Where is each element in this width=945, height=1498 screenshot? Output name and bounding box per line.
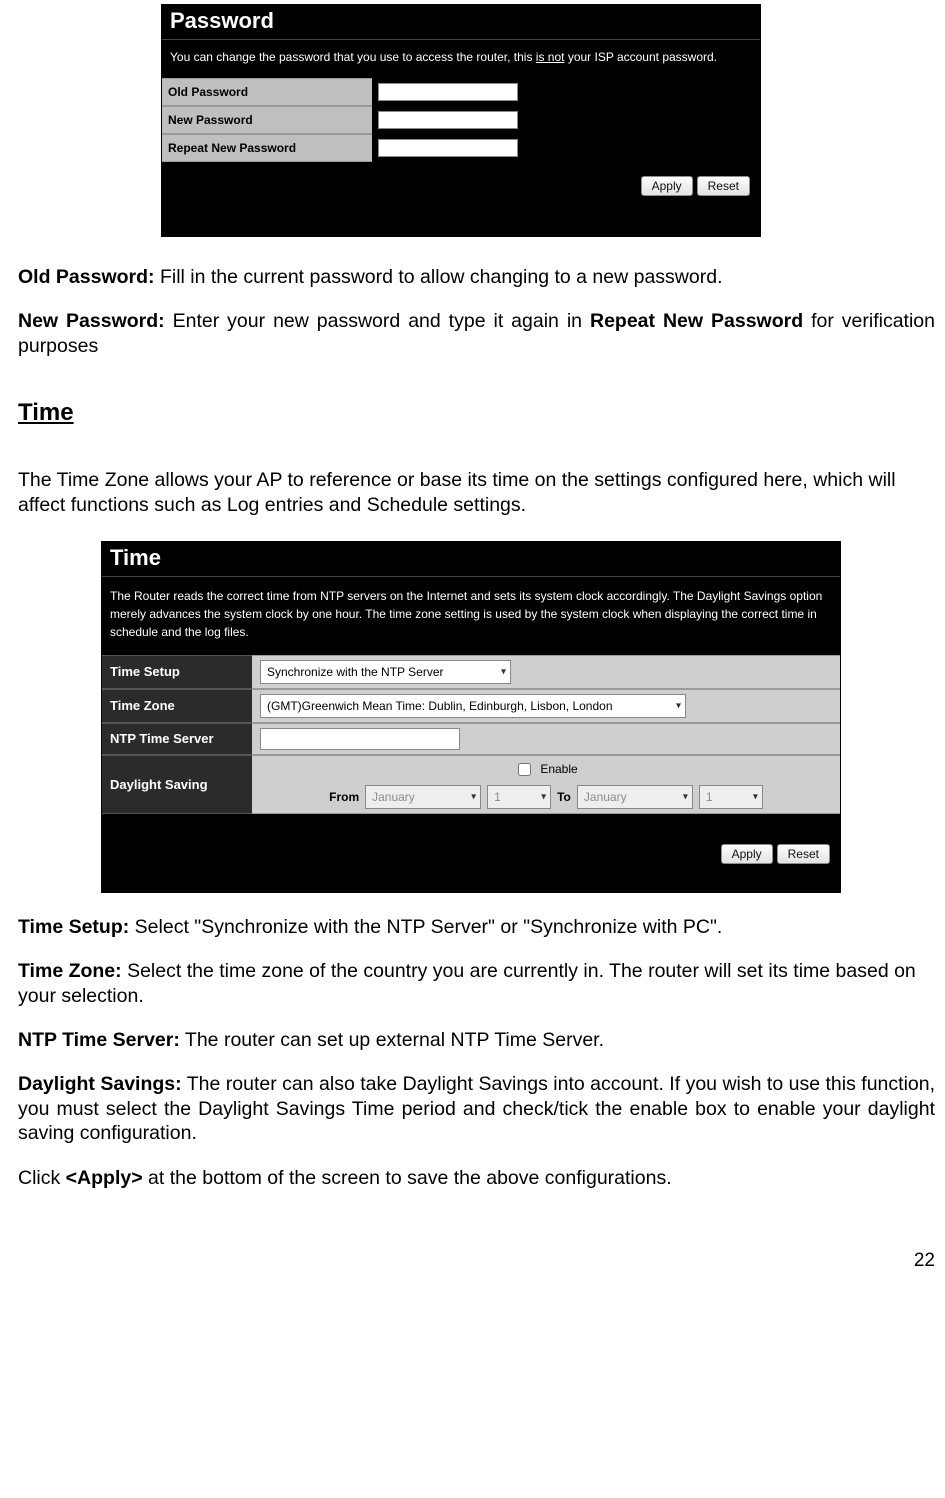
new-password-paragraph: New Password: Enter your new password an… [18,309,935,358]
password-panel: Password You can change the password tha… [161,4,761,237]
time-heading: Time [18,398,935,428]
ntp-server-input[interactable] [260,728,460,750]
daylight-saving-label: Daylight Saving [102,755,252,814]
daylight-enable-checkbox[interactable] [518,763,531,776]
daylight-from-day-select[interactable]: 1 [487,785,551,809]
daylight-savings-paragraph: Daylight Savings: The router can also ta… [18,1072,935,1145]
reset-button[interactable]: Reset [697,176,750,196]
ntp-server-paragraph: NTP Time Server: The router can set up e… [18,1028,935,1052]
time-reset-button[interactable]: Reset [777,844,830,864]
daylight-to-day-select[interactable]: 1 [699,785,763,809]
daylight-to-month-select[interactable]: January [577,785,693,809]
password-title: Password [162,5,760,40]
time-panel: Time The Router reads the correct time f… [101,541,841,893]
time-setup-row: Time Setup Synchronize with the NTP Serv… [102,655,840,689]
time-zone-paragraph: Time Zone: Select the time zone of the c… [18,959,935,1008]
daylight-enable-label: Enable [540,762,577,776]
repeat-password-row: Repeat New Password [162,134,760,162]
page-number: 22 [6,1250,935,1272]
new-password-label: New Password [162,106,372,134]
time-setup-select[interactable]: Synchronize with the NTP Server [260,660,511,684]
time-title: Time [102,542,840,577]
password-description: You can change the password that you use… [162,40,760,78]
daylight-from-label: From [329,790,359,804]
time-zone-label: Time Zone [102,689,252,723]
daylight-from-month-select[interactable]: January [365,785,481,809]
daylight-saving-row: Daylight Saving Enable From January 1 To… [102,755,840,814]
old-password-input[interactable] [378,83,518,101]
time-description: The Router reads the correct time from N… [102,577,840,655]
time-apply-button[interactable]: Apply [721,844,773,864]
time-zone-select[interactable]: (GMT)Greenwich Mean Time: Dublin, Edinbu… [260,694,686,718]
click-apply-paragraph: Click <Apply> at the bottom of the scree… [18,1166,935,1190]
apply-button[interactable]: Apply [641,176,693,196]
time-zone-row: Time Zone (GMT)Greenwich Mean Time: Dubl… [102,689,840,723]
old-password-paragraph: Old Password: Fill in the current passwo… [18,265,935,289]
time-intro: The Time Zone allows your AP to referenc… [18,468,935,517]
repeat-password-input[interactable] [378,139,518,157]
time-setup-paragraph: Time Setup: Select "Synchronize with the… [18,915,935,939]
new-password-row: New Password [162,106,760,134]
ntp-server-label: NTP Time Server [102,723,252,755]
ntp-server-row: NTP Time Server [102,723,840,755]
daylight-to-label: To [557,790,571,804]
old-password-label: Old Password [162,78,372,106]
repeat-password-label: Repeat New Password [162,134,372,162]
time-setup-label: Time Setup [102,655,252,689]
old-password-row: Old Password [162,78,760,106]
new-password-input[interactable] [378,111,518,129]
